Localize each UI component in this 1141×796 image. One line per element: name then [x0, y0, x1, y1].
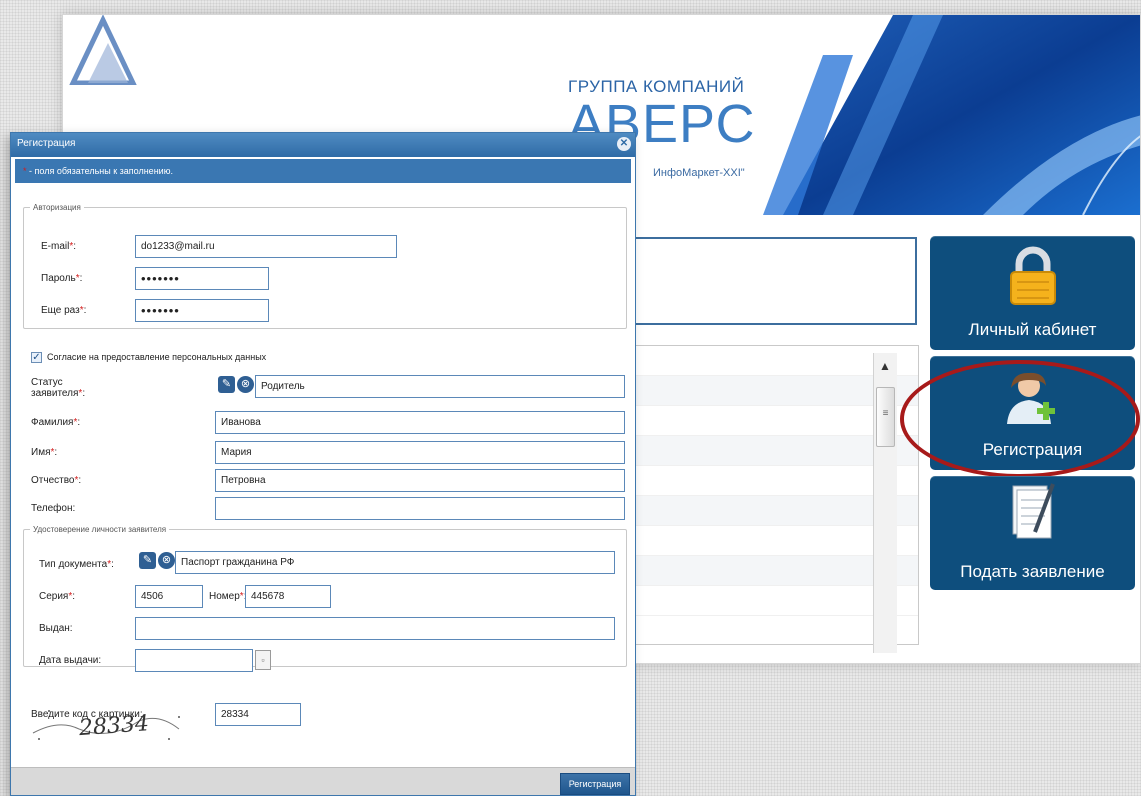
scroll-thumb[interactable]: ≡ — [876, 387, 895, 447]
required-note-text: - поля обязательны к заполнению. — [29, 166, 173, 176]
submit-application-label: Подать заявление — [960, 562, 1105, 581]
password-field[interactable]: ••••••• — [135, 267, 269, 290]
registration-dialog: Регистрация ✕ * - поля обязательны к зап… — [10, 132, 636, 796]
issued-field[interactable] — [135, 617, 615, 640]
series-field[interactable]: 4506 — [135, 585, 203, 608]
repeat-password-label: Еще раз*: — [41, 305, 87, 316]
padlock-icon — [1009, 246, 1056, 305]
edit-status-icon[interactable]: ✎ — [218, 376, 235, 393]
register-submit-button[interactable]: Регистрация — [560, 773, 630, 795]
issue-date-field[interactable] — [135, 649, 253, 672]
logo-subtitle: ИнфоМаркет-XXI" — [653, 167, 745, 179]
email-label: E-mail*: — [41, 241, 77, 252]
surname-field[interactable]: Иванова — [215, 411, 625, 434]
email-field[interactable]: do1233@mail.ru — [135, 235, 397, 258]
highlight-circle — [900, 360, 1140, 478]
clear-status-icon[interactable]: ⊗ — [237, 376, 254, 393]
clear-doctype-icon[interactable]: ⊗ — [158, 552, 175, 569]
name-label: Имя*: — [31, 447, 58, 458]
repeat-password-field[interactable]: ••••••• — [135, 299, 269, 322]
password-label: Пароль*: — [41, 273, 83, 284]
doctype-label: Тип документа*: — [39, 559, 114, 570]
id-legend: Удостоверение личности заявителя — [33, 525, 167, 534]
surname-label: Фамилия*: — [31, 417, 81, 428]
auth-legend: Авторизация — [33, 203, 81, 212]
required-note: * - поля обязательны к заполнению. — [15, 159, 631, 183]
auth-fieldset: Авторизация — [23, 203, 627, 329]
issued-label: Выдан: — [39, 623, 73, 634]
list-scrollbar[interactable]: ▲ ≡ — [873, 353, 897, 653]
dialog-footer: Регистрация — [11, 767, 635, 795]
personal-cabinet-tile[interactable]: Личный кабинет — [930, 236, 1135, 350]
dialog-titlebar: Регистрация ✕ — [11, 133, 635, 157]
scroll-up-icon[interactable]: ▲ — [879, 359, 891, 373]
info-box — [633, 237, 917, 325]
captcha-text: 28334 — [77, 711, 150, 741]
number-label: Номер*: — [209, 591, 246, 602]
patronymic-label: Отчество*: — [31, 475, 82, 486]
logo-mark-icon — [69, 15, 137, 85]
dialog-title: Регистрация — [17, 138, 76, 149]
status-field[interactable]: Родитель — [255, 375, 625, 398]
edit-doctype-icon[interactable]: ✎ — [139, 552, 156, 569]
name-field[interactable]: Мария — [215, 441, 625, 464]
number-field[interactable]: 445678 — [245, 585, 331, 608]
consent-checkbox[interactable]: ✓ — [31, 352, 42, 363]
phone-label: Телефон: — [31, 503, 76, 514]
personal-cabinet-label: Личный кабинет — [968, 320, 1097, 339]
patronymic-field[interactable]: Петровна — [215, 469, 625, 492]
phone-field[interactable] — [215, 497, 625, 520]
consent-label: Согласие на предоставление персональных … — [47, 352, 267, 362]
status-label: Статус заявителя*: — [31, 377, 86, 399]
series-label: Серия*: — [39, 591, 76, 602]
submit-application-tile[interactable]: Подать заявление — [930, 476, 1135, 590]
doctype-field[interactable]: Паспорт гражданина РФ — [175, 551, 615, 574]
captcha-image: 28334 — [32, 710, 180, 741]
issue-date-label: Дата выдачи: — [39, 655, 102, 666]
required-asterisk: * — [23, 166, 27, 176]
captcha-field[interactable]: 28334 — [215, 703, 301, 726]
calendar-icon[interactable]: ▫ — [255, 650, 271, 670]
document-pen-icon — [1012, 483, 1055, 539]
dialog-body: Авторизация E-mail*: do1233@mail.ru Паро… — [11, 185, 635, 769]
close-icon[interactable]: ✕ — [617, 137, 631, 151]
